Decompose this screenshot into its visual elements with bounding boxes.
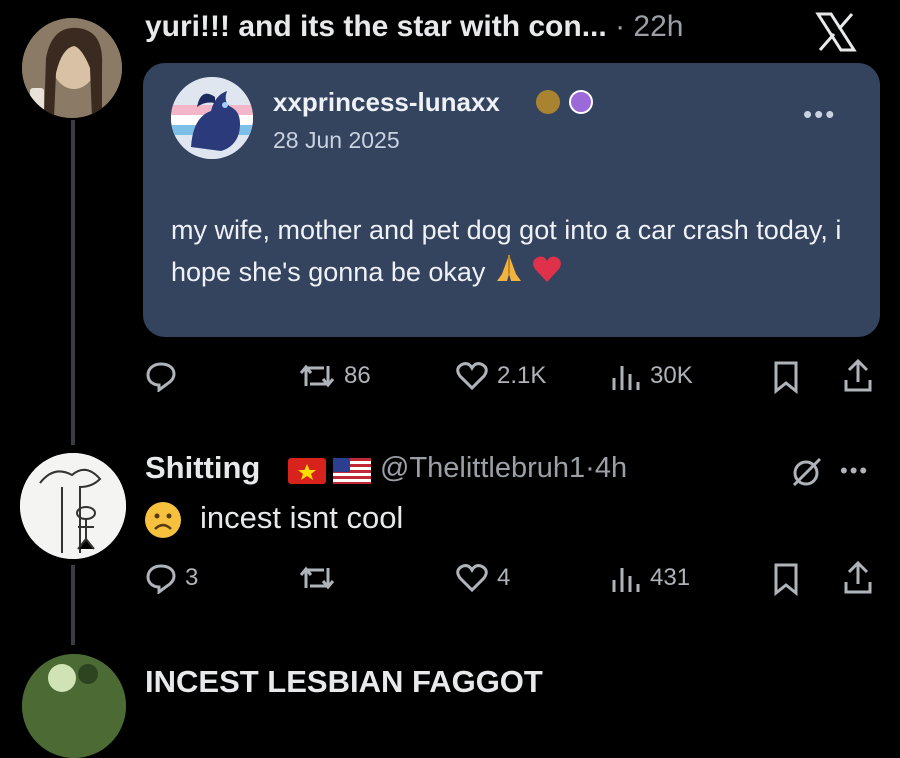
reply-separator: · — [585, 452, 595, 484]
avatar-reply[interactable] — [20, 453, 126, 559]
reply-reply-button[interactable]: 3 — [145, 562, 198, 594]
reply-more-icon[interactable]: ••• — [840, 458, 869, 484]
reply-time[interactable]: 4h — [595, 452, 627, 484]
bookmark-icon — [774, 361, 798, 394]
reply-repost-button[interactable] — [298, 562, 336, 594]
reply-view-count: 431 — [650, 564, 691, 591]
post1-time[interactable]: 22h — [633, 10, 683, 43]
reply-bookmark-button[interactable] — [772, 562, 800, 596]
pray-emoji-icon — [493, 252, 525, 296]
heart-icon — [456, 362, 488, 391]
views-icon — [612, 366, 640, 390]
thread-line-middle — [71, 565, 75, 645]
reply-text: incest isnt cool — [200, 500, 404, 535]
post1-separator: · — [615, 10, 626, 43]
heart-icon — [456, 564, 488, 593]
bookmark-icon — [774, 563, 798, 596]
reply-icon — [146, 362, 176, 392]
share-icon — [844, 560, 872, 594]
quoted-post-card[interactable]: xxprincess-lunaxx 28 Jun 2025 ••• my wif… — [143, 63, 880, 337]
reply-handle[interactable]: @Thelittlebruh1 — [380, 452, 585, 484]
thread-line-top — [71, 120, 75, 445]
post1-views-button[interactable]: 30K — [608, 360, 693, 392]
grok-icon[interactable] — [790, 455, 824, 494]
reply-share-button[interactable] — [842, 560, 874, 596]
post1-reply-button[interactable] — [145, 360, 177, 392]
reply-like-count: 4 — [497, 564, 511, 591]
reply-display-name[interactable]: Shitting — [145, 450, 260, 486]
post1-repost-count: 86 — [344, 362, 371, 389]
avatar-next-post-image — [22, 654, 126, 758]
gold-badge-icon — [536, 90, 560, 114]
post1-like-count: 2.1K — [497, 362, 547, 389]
quoted-avatar-image — [171, 77, 253, 159]
red-heart-icon — [532, 253, 562, 295]
post1-author[interactable]: yuri!!! and its the star with con... — [145, 10, 607, 43]
share-icon — [844, 358, 872, 392]
repost-icon — [299, 566, 335, 590]
usa-flag-icon — [333, 458, 371, 484]
repost-icon — [299, 364, 335, 388]
avatar-next-post[interactable] — [22, 654, 126, 758]
post1-view-count: 30K — [650, 362, 693, 389]
avatar-post1-image — [22, 18, 122, 118]
quoted-avatar[interactable] — [171, 77, 253, 159]
vietnam-flag-icon — [288, 458, 326, 484]
avatar-reply-image — [20, 453, 126, 559]
views-icon — [612, 568, 640, 592]
quoted-more-icon[interactable]: ••• — [803, 99, 836, 130]
reply-meta: @Thelittlebruh1·4h — [380, 452, 627, 485]
post1-share-button[interactable] — [842, 358, 874, 394]
paw-badge-icon — [569, 90, 593, 114]
post1-repost-button[interactable]: 86 — [298, 360, 371, 392]
x-logo-icon[interactable] — [812, 8, 860, 56]
avatar-post1[interactable] — [22, 18, 122, 118]
quoted-date: 28 Jun 2025 — [273, 127, 400, 153]
frowning-face-icon — [145, 502, 181, 538]
post1-header: yuri!!! and its the star with con... · 2… — [145, 10, 683, 44]
reply-like-button[interactable]: 4 — [455, 562, 510, 594]
reply-reply-count: 3 — [185, 564, 199, 591]
post1-like-button[interactable]: 2.1K — [455, 360, 546, 392]
reply-icon — [146, 564, 176, 594]
quoted-text: my wife, mother and pet dog got into a c… — [171, 209, 861, 296]
post1-bookmark-button[interactable] — [772, 360, 800, 394]
reply-views-button[interactable]: 431 — [608, 562, 690, 594]
quoted-username[interactable]: xxprincess-lunaxx — [273, 87, 500, 118]
